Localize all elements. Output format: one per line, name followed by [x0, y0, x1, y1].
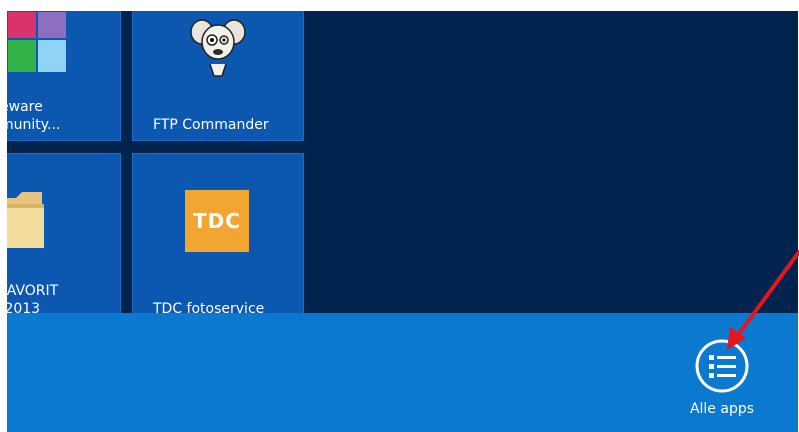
tile-label: eware munity... — [7, 99, 61, 133]
tdc-logo-icon: TDC — [185, 190, 249, 252]
tile-tdc-fotoservice[interactable]: TDC TDC fotoservice — [132, 153, 304, 323]
mosaic-app-icon — [8, 12, 68, 84]
tile-freeware-community[interactable]: eware munity... — [7, 11, 121, 141]
list-icon — [695, 339, 749, 393]
all-apps-button[interactable]: Alle apps — [677, 333, 767, 428]
tile-label: FTP Commander — [153, 117, 269, 133]
tile-favorit-2013[interactable]: FAVORIT 2013 — [7, 153, 121, 323]
tile-ftp-commander[interactable]: FTP Commander — [132, 11, 304, 141]
bottom-app-bar: Alle apps — [7, 313, 798, 432]
all-apps-label: Alle apps — [689, 401, 755, 417]
cartoon-mouse-icon — [190, 19, 246, 77]
start-screen: eware munity... FTP Commander FAVORIT 20… — [7, 11, 798, 432]
folder-icon — [7, 192, 44, 248]
